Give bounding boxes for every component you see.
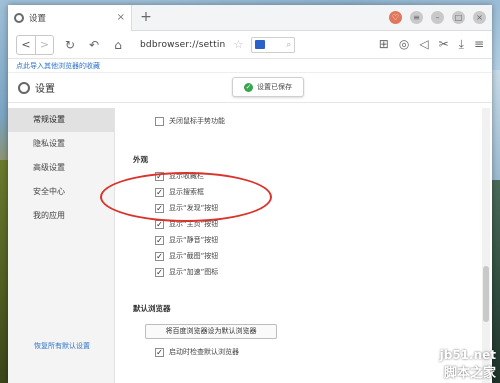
maximize-button[interactable]: □ bbox=[452, 11, 465, 24]
saved-toast-text: 设置已保存 bbox=[257, 83, 292, 91]
sidebar-item-my-apps[interactable]: 我的应用 bbox=[8, 204, 114, 228]
watermark: jb51.net 脚本之家 bbox=[440, 348, 496, 381]
search-box[interactable]: ⌕ bbox=[251, 36, 296, 53]
new-tab-button[interactable]: + bbox=[138, 10, 154, 26]
show-screenshot-button-checkbox[interactable]: ✓ bbox=[155, 251, 164, 261]
forward-button[interactable]: > bbox=[35, 35, 53, 54]
menu-icon[interactable]: ≡ bbox=[410, 11, 423, 24]
scrollbar-thumb[interactable] bbox=[483, 266, 489, 322]
show-accelerate-icon-option[interactable]: ✓ 显示“加速”图标 bbox=[155, 267, 218, 277]
sidebar-item-privacy[interactable]: 隐私设置 bbox=[8, 132, 114, 156]
annotation-highlight-ellipse bbox=[100, 172, 272, 222]
show-accelerate-icon-label: 显示“加速”图标 bbox=[169, 268, 219, 276]
sidebar-item-general[interactable]: 常规设置 bbox=[8, 108, 114, 132]
screenshot-scissors-icon[interactable]: ✂ bbox=[439, 37, 449, 52]
page-title: 设置 bbox=[35, 84, 55, 95]
watermark-name: 脚本之家 bbox=[443, 366, 496, 381]
settings-scrollbar[interactable] bbox=[482, 108, 490, 383]
favorite-heart-icon[interactable]: ♡ bbox=[389, 11, 402, 24]
toolbar-right-buttons: ⊞ ◎ ◁ ✂ ⤓ ≡ bbox=[379, 37, 484, 52]
bookmark-star-icon[interactable]: ☆ bbox=[233, 38, 243, 51]
show-mute-button-option[interactable]: ✓ 显示“静音”按钮 bbox=[155, 235, 218, 245]
import-bookmarks-link[interactable]: 点此导入其他浏览器的收藏 bbox=[16, 62, 100, 70]
show-screenshot-button-option[interactable]: ✓ 显示“截图”按钮 bbox=[155, 251, 218, 261]
show-mute-button-label: 显示“静音”按钮 bbox=[169, 236, 219, 244]
close-window-button[interactable]: × bbox=[473, 11, 486, 24]
tab-label: 设置 bbox=[29, 14, 47, 24]
check-default-on-start-option[interactable]: ✓ 启动时检查默认浏览器 bbox=[155, 347, 239, 357]
sidebar-item-advanced[interactable]: 高级设置 bbox=[8, 156, 114, 180]
title-bar: 设置 × + ♡ ≡ – □ × bbox=[8, 5, 492, 31]
tab-close-icon[interactable]: × bbox=[117, 12, 125, 23]
minimize-button[interactable]: – bbox=[431, 11, 444, 24]
sidebar-item-security[interactable]: 安全中心 bbox=[8, 180, 114, 204]
window-controls: ♡ ≡ – □ × bbox=[389, 11, 486, 24]
mouse-gesture-checkbox[interactable] bbox=[155, 116, 164, 126]
check-icon: ✓ bbox=[244, 82, 253, 92]
search-engine-icon[interactable] bbox=[255, 40, 266, 49]
settings-main: 关闭鼠标手势功能 外观 ✓ 显示收藏栏 ✓ 显示搜索框 ✓ 显示“发现”按钮 ✓… bbox=[133, 108, 473, 383]
check-default-on-start-label: 启动时检查默认浏览器 bbox=[169, 348, 239, 356]
appearance-section-title: 外观 bbox=[133, 155, 148, 164]
show-mute-button-checkbox[interactable]: ✓ bbox=[155, 235, 164, 245]
restore-defaults-link[interactable]: 恢复所有默认设置 bbox=[34, 341, 90, 351]
saved-toast: ✓ 设置已保存 bbox=[232, 77, 304, 97]
reload-icon[interactable]: ↻ bbox=[62, 38, 78, 52]
gear-icon bbox=[14, 13, 24, 23]
tab-settings[interactable]: 设置 × bbox=[8, 5, 132, 31]
settings-sidebar: 常规设置 隐私设置 高级设置 安全中心 我的应用 恢复所有默认设置 bbox=[8, 108, 115, 383]
default-browser-section-title: 默认浏览器 bbox=[133, 304, 171, 313]
set-default-browser-button[interactable]: 将百度浏览器设为默认浏览器 bbox=[145, 324, 277, 339]
download-icon[interactable]: ⤓ bbox=[459, 37, 464, 52]
show-accelerate-icon-checkbox[interactable]: ✓ bbox=[155, 267, 164, 277]
settings-content: 常规设置 隐私设置 高级设置 安全中心 我的应用 恢复所有默认设置 关闭鼠标手势… bbox=[8, 108, 492, 383]
bookmark-bar: 点此导入其他浏览器的收藏 bbox=[8, 59, 492, 73]
settings-gear-icon bbox=[18, 81, 30, 94]
mouse-gesture-label: 关闭鼠标手势功能 bbox=[169, 117, 225, 125]
discover-compass-icon[interactable]: ◎ bbox=[399, 37, 409, 52]
mouse-gesture-option[interactable]: 关闭鼠标手势功能 bbox=[155, 116, 225, 126]
settings-header: 设置 ✓ 设置已保存 bbox=[8, 73, 492, 103]
menu-lines-icon[interactable]: ≡ bbox=[474, 37, 484, 52]
undo-icon[interactable]: ↶ bbox=[86, 38, 102, 52]
back-button[interactable]: < bbox=[17, 36, 35, 54]
mute-speaker-icon[interactable]: ◁ bbox=[419, 37, 428, 52]
address-bar[interactable]: bdbrowser://settin bbox=[140, 40, 225, 50]
home-icon[interactable]: ⌂ bbox=[110, 38, 126, 52]
check-default-on-start-checkbox[interactable]: ✓ bbox=[155, 347, 164, 357]
watermark-site: jb51.net bbox=[439, 348, 496, 362]
search-icon[interactable]: ⌕ bbox=[286, 40, 291, 50]
navigation-toolbar: < > ↻ ↶ ⌂ bdbrowser://settin ☆ ⌕ ⊞ ◎ ◁ ✂… bbox=[8, 31, 492, 59]
nav-buttons: < > bbox=[16, 34, 54, 55]
apps-grid-icon[interactable]: ⊞ bbox=[379, 37, 389, 52]
show-screenshot-button-label: 显示“截图”按钮 bbox=[169, 252, 219, 260]
